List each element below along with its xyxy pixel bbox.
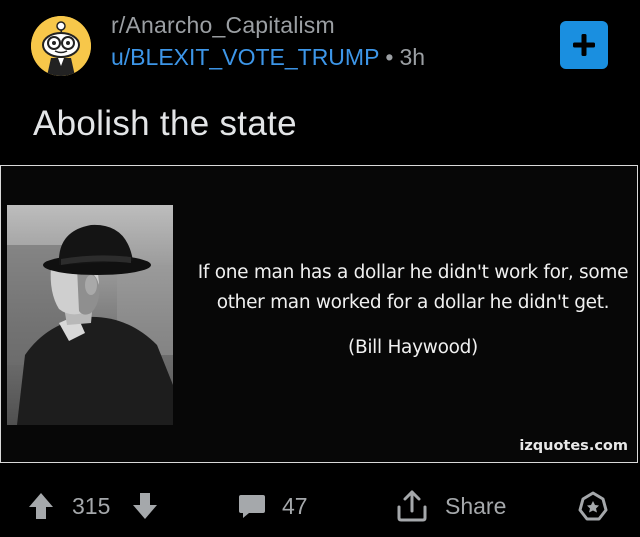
downvote-icon xyxy=(133,493,157,519)
award-button[interactable] xyxy=(577,488,609,524)
upvote-button[interactable] xyxy=(28,488,54,524)
share-label[interactable]: Share xyxy=(445,488,506,524)
meta-separator: • xyxy=(385,44,394,70)
quote-text: If one man has a dollar he didn't work f… xyxy=(193,258,633,318)
comments-button[interactable] xyxy=(238,488,266,524)
share-icon xyxy=(397,490,427,522)
quote-line: If one man has a dollar he didn't work f… xyxy=(197,262,629,283)
share-button[interactable] xyxy=(395,488,429,524)
plus-icon xyxy=(573,34,595,56)
watermark: izquotes.com xyxy=(519,438,628,454)
author-username[interactable]: u/BLEXIT_VOTE_TRUMP xyxy=(111,44,379,70)
downvote-button[interactable] xyxy=(132,488,158,524)
post-image[interactable]: If one man has a dollar he didn't work f… xyxy=(0,165,638,463)
subreddit-avatar[interactable] xyxy=(31,16,91,76)
award-icon xyxy=(578,491,608,521)
comment-icon xyxy=(239,495,265,518)
snoo-icon xyxy=(31,16,91,76)
upvote-icon xyxy=(29,493,53,519)
post-view: r/Anarcho_Capitalism u/BLEXIT_VOTE_TRUMP… xyxy=(0,0,640,537)
join-button[interactable] xyxy=(560,21,608,69)
vote-count: 315 xyxy=(72,492,111,519)
quote-line: other man worked for a dollar he didn't … xyxy=(216,292,610,313)
quote-author: (Bill Haywood) xyxy=(348,337,478,358)
portrait-photo xyxy=(7,205,173,425)
post-meta: u/BLEXIT_VOTE_TRUMP • 3h xyxy=(111,44,425,71)
comment-count: 47 xyxy=(282,492,308,519)
subreddit-name[interactable]: r/Anarcho_Capitalism xyxy=(111,12,335,39)
post-title: Abolish the state xyxy=(33,104,297,143)
man-in-bowler-hat-image xyxy=(7,205,173,425)
post-age: 3h xyxy=(399,44,426,70)
